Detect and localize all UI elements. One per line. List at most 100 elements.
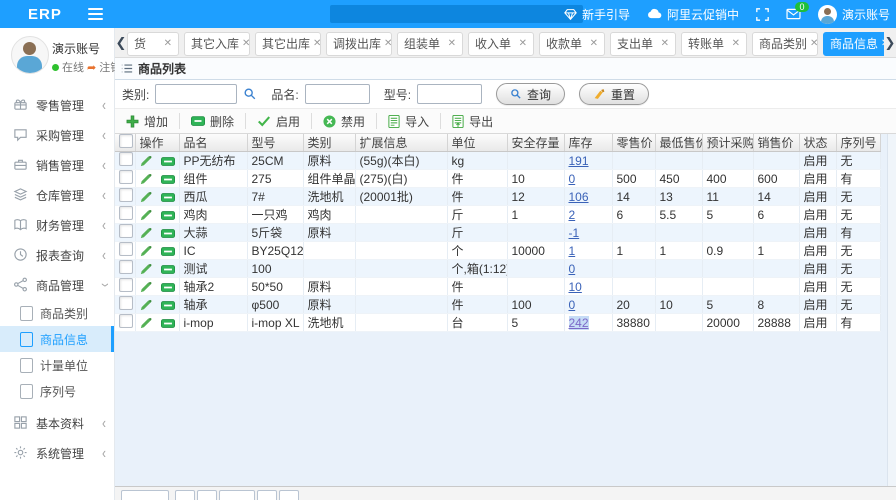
tabs-scroll-left[interactable]: ❮ xyxy=(115,35,127,51)
sidebar-item-goods-info[interactable]: 商品信息 xyxy=(0,326,114,352)
label-icon[interactable] xyxy=(161,319,175,328)
tab[interactable]: 支出单 ✕ xyxy=(610,32,676,56)
page-input[interactable] xyxy=(219,490,255,500)
label-icon[interactable] xyxy=(161,157,175,166)
close-tab-icon[interactable]: ✕ xyxy=(732,38,740,49)
last-page-button[interactable] xyxy=(279,490,299,500)
category-search-icon[interactable] xyxy=(243,87,257,101)
stock-link[interactable]: -1 xyxy=(569,226,580,240)
stock-link[interactable]: 1 xyxy=(569,244,576,258)
column-header[interactable]: 库存 xyxy=(564,134,612,152)
newbie-guide-link[interactable]: 新手引导 xyxy=(564,6,630,23)
close-tab-icon[interactable]: ✕ xyxy=(448,38,456,49)
aliyun-promo-link[interactable]: 阿里云促销中 xyxy=(647,6,739,23)
tabs-scroll-right[interactable]: ❯ xyxy=(884,35,896,51)
category-input[interactable] xyxy=(155,84,237,104)
edit-icon[interactable] xyxy=(140,173,152,185)
row-checkbox[interactable] xyxy=(119,278,133,292)
column-header[interactable]: 型号 xyxy=(247,134,303,152)
stock-link[interactable]: 10 xyxy=(569,280,582,294)
disable-button[interactable]: 禁用 xyxy=(312,113,377,129)
messages-button[interactable]: 0 xyxy=(786,8,801,20)
sidebar-item-goods-category[interactable]: 商品类别 xyxy=(0,300,114,326)
table-row[interactable]: 西瓜 7# 洗地机 (20001批) 件 12 106 14 13 11 14 … xyxy=(115,188,880,206)
close-tab-icon[interactable]: ✕ xyxy=(384,38,392,49)
sidebar-item-finance[interactable]: 财务管理‹ xyxy=(0,210,114,240)
sidebar-item-units[interactable]: 计量单位 xyxy=(0,352,114,378)
close-tab-icon[interactable]: ✕ xyxy=(590,38,598,49)
table-row[interactable]: 大蒜 5斤袋 原料 斤 -1 启用 有 xyxy=(115,224,880,242)
column-header[interactable]: 品名 xyxy=(179,134,247,152)
close-tab-icon[interactable]: ✕ xyxy=(164,38,172,49)
label-icon[interactable] xyxy=(161,265,175,274)
stock-link[interactable]: 0 xyxy=(569,262,576,276)
tab[interactable]: 商品信息 ✕ xyxy=(823,32,884,56)
sidebar-item-goods[interactable]: 商品管理‹ xyxy=(0,270,114,300)
sidebar-item-retail[interactable]: 零售管理‹ xyxy=(0,90,114,120)
column-header[interactable]: 安全存量 xyxy=(507,134,564,152)
label-icon[interactable] xyxy=(161,229,175,238)
table-row[interactable]: PP无纺布 25CM 原料 (55g)(本白) kg 191 启用 xyxy=(115,152,880,170)
column-header[interactable]: 类别 xyxy=(303,134,355,152)
table-row[interactable]: 轴承 φ500 原料 件 100 0 20 10 5 8 启用 xyxy=(115,296,880,314)
tab[interactable]: 其它入库 ✕ xyxy=(184,32,250,56)
global-search-input[interactable] xyxy=(330,5,583,23)
tab[interactable]: 收款单 ✕ xyxy=(539,32,605,56)
column-header[interactable]: 预计采购价 xyxy=(702,134,753,152)
sidebar-item-sales[interactable]: 销售管理‹ xyxy=(0,150,114,180)
tab[interactable]: 货 ✕ xyxy=(127,32,179,56)
edit-icon[interactable] xyxy=(140,209,152,221)
table-row[interactable]: IC BY25Q128 个 10000 1 1 1 0.9 1 启用 xyxy=(115,242,880,260)
column-header[interactable]: 序列号 xyxy=(836,134,880,152)
tab[interactable]: 转账单 ✕ xyxy=(681,32,747,56)
tab[interactable]: 收入单 ✕ xyxy=(468,32,534,56)
edit-icon[interactable] xyxy=(140,281,152,293)
sidebar-item-purchase[interactable]: 采购管理‹ xyxy=(0,120,114,150)
row-checkbox[interactable] xyxy=(119,224,133,238)
sidebar-item-serial[interactable]: 序列号 xyxy=(0,378,114,404)
row-checkbox[interactable] xyxy=(119,152,133,166)
tab[interactable]: 其它出库 ✕ xyxy=(255,32,321,56)
column-header[interactable]: 单位 xyxy=(447,134,507,152)
delete-button[interactable]: 删除 xyxy=(180,113,246,129)
next-page-button[interactable] xyxy=(257,490,277,500)
table-row[interactable]: 测试 100 个,箱(1:12) 0 启用 无 xyxy=(115,260,880,278)
label-icon[interactable] xyxy=(161,247,175,256)
edit-icon[interactable] xyxy=(140,299,152,311)
stock-link[interactable]: 191 xyxy=(569,154,589,168)
stock-link[interactable]: 106 xyxy=(569,190,589,204)
label-icon[interactable] xyxy=(161,211,175,220)
vertical-scrollbar[interactable] xyxy=(887,134,896,487)
sidebar-item-warehouse[interactable]: 仓库管理‹ xyxy=(0,180,114,210)
table-row[interactable]: 组件 275 组件单晶 (275)(白) 件 10 0 500 450 400 … xyxy=(115,170,880,188)
edit-icon[interactable] xyxy=(140,227,152,239)
export-button[interactable]: 导出 xyxy=(441,113,504,129)
table-row[interactable]: 轴承2 50*50 原料 件 10 启用 无 xyxy=(115,278,880,296)
row-checkbox[interactable] xyxy=(119,260,133,274)
stock-link[interactable]: 242 xyxy=(569,316,589,330)
column-header[interactable]: 零售价 xyxy=(612,134,655,152)
prev-page-button[interactable] xyxy=(197,490,217,500)
label-icon[interactable] xyxy=(161,301,175,310)
tab[interactable]: 组装单 ✕ xyxy=(397,32,463,56)
stock-link[interactable]: 0 xyxy=(569,172,576,186)
table-row[interactable]: 鸡肉 一只鸡 鸡肉 斤 1 2 6 5.5 5 6 启用 无 xyxy=(115,206,880,224)
column-header[interactable]: 销售价 xyxy=(753,134,799,152)
label-icon[interactable] xyxy=(161,175,175,184)
stock-link[interactable]: 0 xyxy=(569,298,576,312)
table-row[interactable]: i-mop i-mop XL 洗地机 台 5 242 38880 20000 2… xyxy=(115,314,880,332)
search-button[interactable]: 查询 xyxy=(496,83,565,105)
edit-icon[interactable] xyxy=(140,317,152,329)
column-header[interactable]: 最低售价 xyxy=(655,134,702,152)
tab[interactable]: 调拨出库 ✕ xyxy=(326,32,392,56)
label-icon[interactable] xyxy=(161,283,175,292)
sidebar-item-system[interactable]: 系统管理‹ xyxy=(0,438,114,468)
row-checkbox[interactable] xyxy=(119,242,133,256)
close-tab-icon[interactable]: ✕ xyxy=(242,38,250,49)
close-tab-icon[interactable]: ✕ xyxy=(313,38,321,49)
sidebar-item-reports[interactable]: 报表查询‹ xyxy=(0,240,114,270)
edit-icon[interactable] xyxy=(140,155,152,167)
column-header[interactable]: 操作 xyxy=(135,134,179,152)
edit-icon[interactable] xyxy=(140,245,152,257)
edit-icon[interactable] xyxy=(140,263,152,275)
